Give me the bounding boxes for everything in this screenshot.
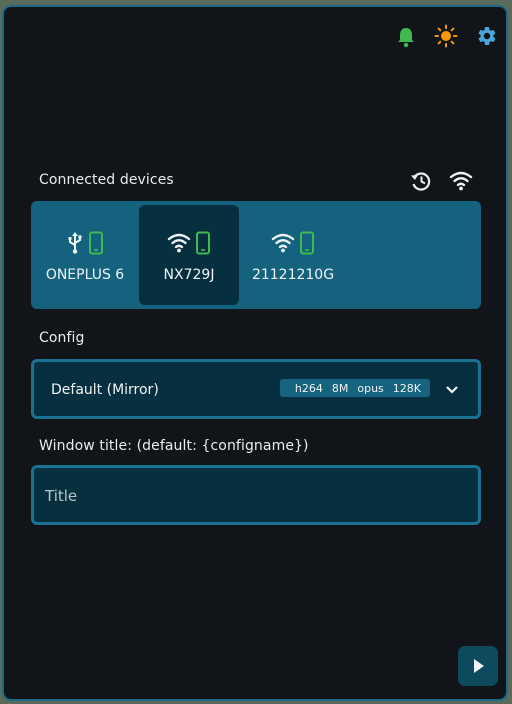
chevron-down-icon[interactable] [445,384,459,396]
start-button[interactable] [458,646,498,686]
phone-icon [89,231,103,255]
device-card-nx729j[interactable]: NX729J [139,205,239,305]
copy-icon [286,387,287,389]
config-select[interactable]: Default (Mirror) h264 8M opus 128K [31,359,481,419]
device-name: 21121210G [251,267,335,283]
wifi-icon [167,233,191,253]
video-codec: h264 [294,381,323,395]
device-card-21121210g[interactable]: 21121210G [243,205,343,305]
wifi-icon[interactable] [449,170,473,192]
window-title-input[interactable] [43,482,467,510]
phone-icon [300,231,314,255]
device-list: ONEPLUS 6 NX729J 21121210G [31,201,481,309]
device-name: ONEPLUS 6 [45,267,125,283]
audio-bitrate: 128K [392,381,421,395]
usb-icon [68,232,82,254]
app-window [2,5,508,701]
connected-devices-label: Connected devices [39,172,174,188]
config-summary-chip[interactable]: h264 8M opus 128K [280,379,430,397]
phone-icon [196,231,210,255]
device-name: NX729J [163,267,215,283]
config-label: Config [39,330,85,346]
bell-icon[interactable] [396,26,416,48]
audio-codec: opus [357,381,384,395]
wifi-icon [271,233,295,253]
play-icon [474,659,484,673]
history-icon[interactable] [409,169,433,193]
config-selected-value: Default (Mirror) [51,382,159,398]
video-bitrate: 8M [331,381,349,395]
gear-icon[interactable] [474,24,498,48]
sun-icon[interactable] [434,24,458,48]
window-title-field [31,465,481,525]
device-card-oneplus-6[interactable]: ONEPLUS 6 [35,205,135,305]
window-title-label: Window title: (default: {configname}) [39,438,309,454]
